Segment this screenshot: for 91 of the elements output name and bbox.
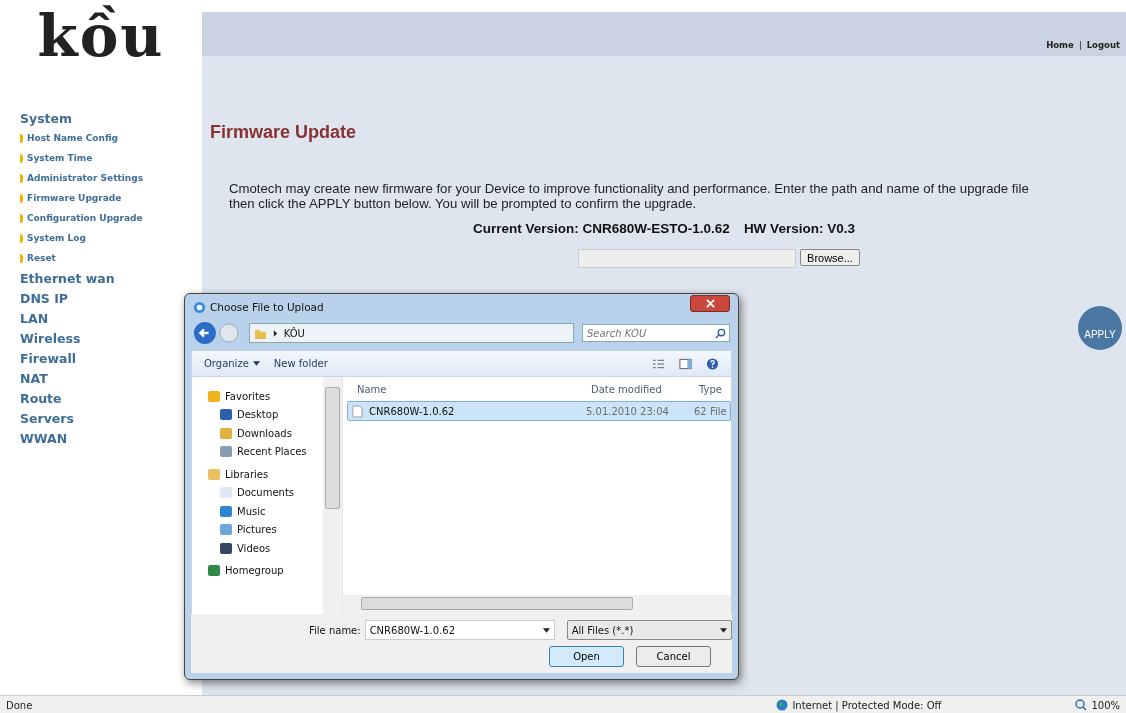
logo: kồu [36,1,166,72]
chevron-icon [20,154,23,163]
sidebar-subitem[interactable]: Administrator Settings [27,170,144,187]
file-type: 62 File [693,405,728,417]
sidebar-subitem[interactable]: Firmware Upgrade [27,190,122,207]
nav-item[interactable]: Music [208,502,323,521]
sidebar-subitem[interactable]: System Time [27,150,93,167]
chevron-icon [20,214,23,223]
chevron-icon [20,174,23,183]
file-row[interactable]: CNR680W-1.0.62 5.01.2010 23:04 62 File [347,401,731,421]
scrollbar[interactable] [343,595,731,614]
caret-icon [272,329,278,337]
page-title: Firmware Update [210,122,358,143]
globe-icon [776,699,789,711]
column-header[interactable]: Type [695,383,731,395]
nav-icon [208,565,220,577]
nav-item[interactable]: Recent Places [208,442,323,461]
file-name-label: File name: [309,624,361,636]
caret-icon [542,627,550,633]
chevron-icon [20,254,23,263]
close-button[interactable] [690,294,730,312]
zoom-icon [1075,699,1088,711]
view-options-icon[interactable] [652,357,665,370]
nav-icon [220,505,232,517]
sidebar-item[interactable]: NAT [20,370,48,387]
column-header[interactable]: Date modified [587,383,695,395]
dialog-title: Choose File to Upload [210,301,324,313]
column-header[interactable]: Name [343,383,587,395]
sidebar-subitem[interactable]: System Log [27,230,86,247]
sidebar-item[interactable]: Route [20,390,62,407]
file-date: 5.01.2010 23:04 [585,405,670,417]
nav-icon [208,390,220,402]
sidebar-item[interactable]: WWAN [20,430,68,447]
sidebar-subitem[interactable]: Reset [27,250,56,267]
nav-icon [208,468,220,480]
file-name: CNR680W-1.0.62 [369,405,455,417]
header-link[interactable]: Home [1046,40,1074,50]
nav-item[interactable]: Videos [208,539,323,558]
sidebar-item[interactable]: System [20,110,73,127]
description-text: Cmotech may create new firmware for your Device to improve functionality and performance. Enter the path and name of the upgrade file then click the APPLY button below. You will be prompted to confirm the upgrade. [229,181,1030,211]
scrollbar[interactable] [323,377,342,614]
sidebar-item[interactable]: Wireless [20,330,81,347]
nav-item[interactable]: Pictures [208,520,323,539]
close-icon [705,298,715,308]
address-bar[interactable]: KÔU [248,323,574,343]
current-version: Current Version: CNR680W-ESTO-1.0.62 [473,221,730,236]
chevron-icon [20,134,23,143]
search-field[interactable]: Search KÔU [582,324,730,342]
status-text: Done [6,699,33,711]
file-icon [352,404,363,418]
nav-group[interactable]: Favorites [208,387,323,406]
nav-item[interactable]: Documents [208,483,323,502]
preview-pane-icon[interactable] [679,357,692,370]
nav-item[interactable]: Downloads [208,424,323,443]
sidebar-item[interactable]: LAN [20,310,49,327]
sidebar-item[interactable]: Ethernet wan [20,270,115,287]
nav-icon [220,542,232,554]
open-button[interactable]: Open [549,646,624,667]
sidebar-subitem[interactable]: Host Name Config [27,130,119,147]
cancel-button[interactable]: Cancel [636,646,711,667]
security-zone-text: Internet | Protected Mode: Off [792,699,942,711]
apply-button[interactable]: APPLY [1078,306,1122,350]
sidebar-item[interactable]: DNS IP [20,290,68,307]
sidebar-item[interactable]: Servers [20,410,74,427]
browse-button[interactable]: Browse... [800,249,860,266]
search-icon [715,328,726,339]
nav-item[interactable]: Desktop [208,405,323,424]
chevron-icon [20,234,23,243]
browser-icon [193,300,206,314]
nav-icon [220,524,232,536]
nav-icon [220,409,232,421]
new-folder-button[interactable]: New folder [273,358,328,369]
nav-group[interactable]: Homegroup [208,561,323,580]
file-name-field[interactable]: CNR680W-1.0.62 [364,620,555,640]
hw-version: HW Version: V0.3 [743,221,855,236]
sidebar-item[interactable]: Firewall [20,350,77,367]
nav-icon [220,446,232,458]
caret-icon [252,361,260,366]
help-icon[interactable] [706,357,719,370]
nav-group[interactable]: Libraries [208,465,323,484]
file-path-field[interactable] [578,249,797,268]
sidebar-subitem[interactable]: Configuration Upgrade [27,210,143,227]
organize-button[interactable]: Organize [204,358,260,369]
nav-icon [220,487,232,499]
nav-icon [220,427,232,439]
header-link[interactable]: Logout [1086,40,1120,50]
caret-icon [719,627,727,633]
zoom-level[interactable]: 100% [1091,699,1120,711]
file-type-dropdown[interactable]: All Files (*.*) [566,620,732,640]
chevron-icon [20,194,23,203]
back-button[interactable] [193,321,217,345]
